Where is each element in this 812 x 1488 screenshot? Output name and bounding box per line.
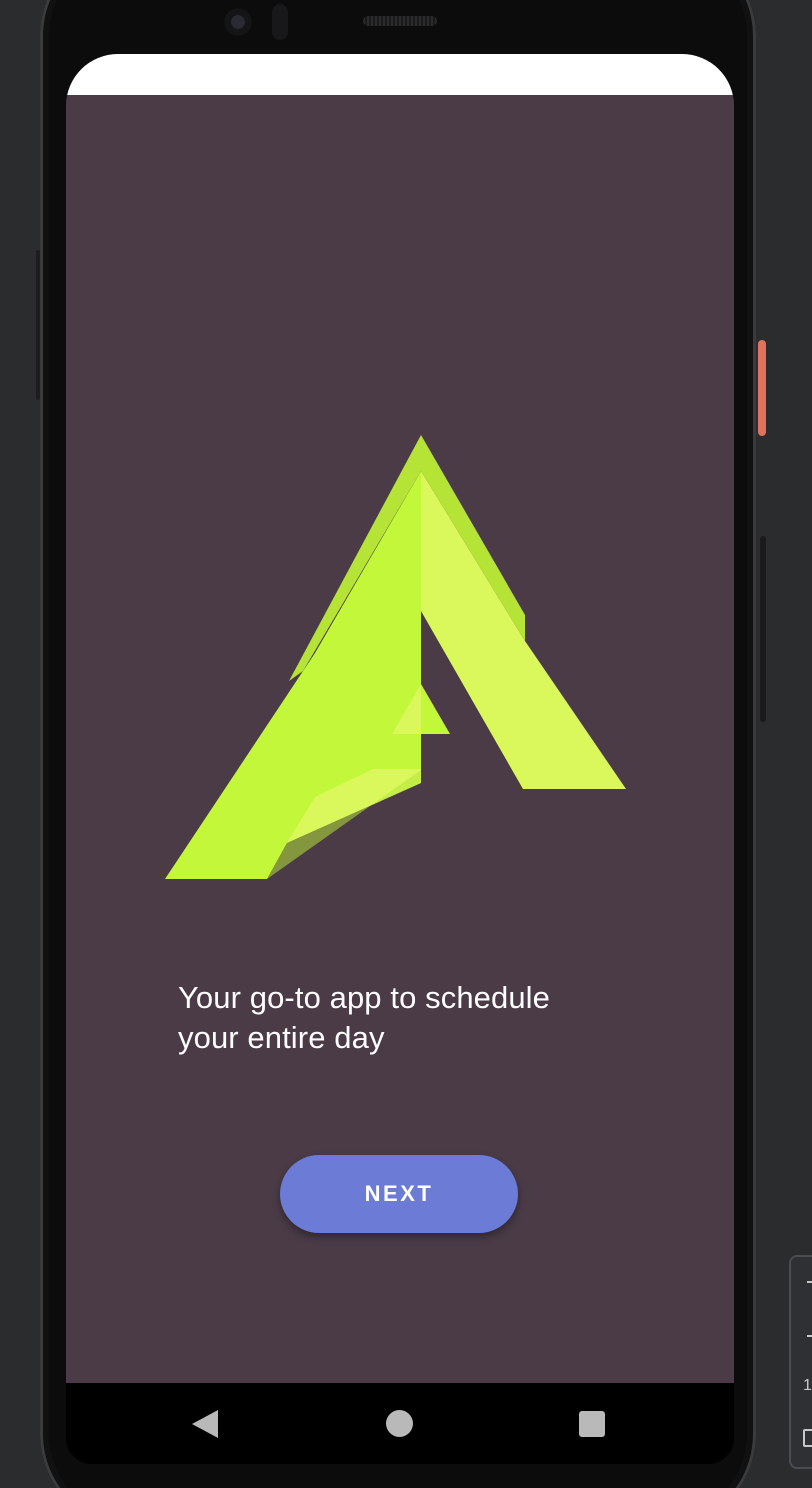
volume-button[interactable] <box>760 536 766 722</box>
navigation-bar-bottom <box>66 1438 734 1464</box>
logo-inner-triangle-right <box>421 684 450 734</box>
onboarding-screen: Your go-to app to schedule your entire d… <box>66 95 734 1383</box>
toolbar-box-icon[interactable] <box>803 1429 812 1447</box>
home-circle-icon[interactable] <box>386 1410 413 1437</box>
app-logo-icon <box>165 435 626 879</box>
earpiece-speaker-icon <box>363 16 437 26</box>
toolbar-glyph[interactable]: 1 <box>803 1377 812 1395</box>
toolbar-tick-icon[interactable] <box>807 1281 812 1283</box>
status-bar <box>66 54 734 95</box>
recents-square-icon[interactable] <box>579 1411 605 1437</box>
proximity-sensor-icon <box>272 4 288 40</box>
logo-left-leg <box>165 435 421 879</box>
phone-screen: Your go-to app to schedule your entire d… <box>66 54 734 1438</box>
front-camera-icon <box>222 6 254 38</box>
emulator-side-toolbar: 1 <box>789 1255 812 1469</box>
onboarding-tagline: Your go-to app to schedule your entire d… <box>178 980 551 1055</box>
next-button[interactable]: NEXT <box>280 1155 518 1233</box>
toolbar-tick-icon[interactable] <box>807 1335 812 1337</box>
back-triangle-icon[interactable] <box>192 1410 218 1438</box>
emulator-stage: Your go-to app to schedule your entire d… <box>0 0 812 1488</box>
power-button[interactable] <box>758 340 766 436</box>
